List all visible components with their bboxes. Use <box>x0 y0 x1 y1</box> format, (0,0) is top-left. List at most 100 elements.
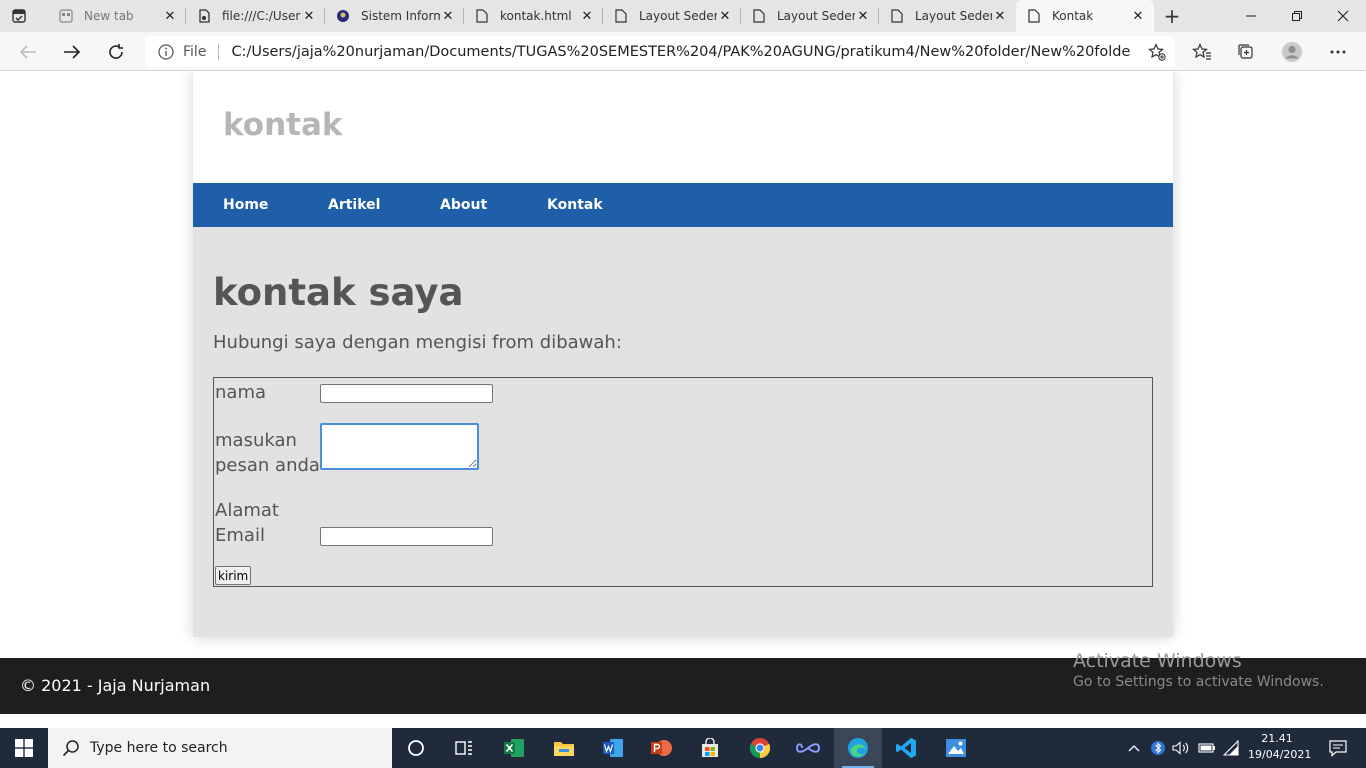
collections-icon[interactable] <box>1230 36 1262 68</box>
tab-title: Layout Sederhana <box>639 9 717 23</box>
close-window-icon[interactable] <box>1320 0 1366 32</box>
clock-time: 21.41 <box>1261 732 1293 745</box>
taskbar: Type here to search 21.41 19/04/2021 <box>0 728 1366 768</box>
site-nav: Home Artikel About Kontak <box>193 183 1173 227</box>
site-logo-icon <box>335 8 351 24</box>
infinity-app-icon[interactable] <box>784 728 832 768</box>
close-tab-icon[interactable]: ✕ <box>440 8 456 24</box>
tab-title: Kontak <box>1052 9 1094 23</box>
favorites-icon[interactable] <box>1186 36 1218 68</box>
browser-tab[interactable]: Layout Sederhana ✕ <box>603 0 741 32</box>
info-icon[interactable] <box>157 43 175 61</box>
browser-tab[interactable]: Layout Sederhana ✕ <box>741 0 879 32</box>
search-icon <box>62 739 80 757</box>
close-tab-icon[interactable]: ✕ <box>579 8 595 24</box>
notification-center-icon[interactable] <box>1318 728 1358 768</box>
clock-date: 19/04/2021 <box>1248 748 1312 761</box>
page-heading: kontak saya <box>213 271 464 314</box>
cortana-icon[interactable] <box>392 728 440 768</box>
refresh-icon[interactable] <box>100 36 132 68</box>
new-tab-button[interactable]: + <box>1160 4 1184 28</box>
show-hidden-icons-icon[interactable] <box>1124 728 1144 768</box>
url-text[interactable]: C:/Users/jaja%20nurjaman/Documents/TUGAS… <box>231 44 1131 60</box>
powerpoint-icon[interactable] <box>637 728 685 768</box>
profile-avatar-icon[interactable] <box>1276 36 1308 68</box>
tab-strip: New tab ✕ file:///C:/Users/ ✕ Sistem Inf… <box>0 0 1366 32</box>
message-textarea[interactable] <box>320 423 479 470</box>
close-tab-icon[interactable]: ✕ <box>717 8 733 24</box>
browser-tab[interactable]: New tab ✕ <box>48 0 186 32</box>
page-icon <box>889 8 905 24</box>
file-explorer-icon[interactable] <box>540 728 588 768</box>
volume-icon[interactable] <box>1170 728 1192 768</box>
browser-tab[interactable]: Sistem Informasi ✕ <box>325 0 464 32</box>
page-viewport: kontak Home Artikel About Kontak kontak … <box>0 71 1366 714</box>
site-header: kontak <box>193 71 1173 183</box>
minimize-icon[interactable] <box>1228 0 1274 32</box>
page-icon <box>751 8 767 24</box>
browser-tab[interactable]: kontak.html ✕ <box>464 0 603 32</box>
nav-link-artikel[interactable]: Artikel <box>328 183 380 227</box>
page-icon <box>613 8 629 24</box>
taskbar-search[interactable]: Type here to search <box>48 728 392 768</box>
more-menu-icon[interactable] <box>1322 36 1354 68</box>
battery-icon[interactable] <box>1196 728 1218 768</box>
tab-title: file:///C:/Users/ <box>222 9 301 23</box>
network-icon[interactable] <box>1220 728 1242 768</box>
restore-icon[interactable] <box>1274 0 1320 32</box>
edge-icon[interactable] <box>834 728 882 768</box>
task-view-icon[interactable] <box>440 728 488 768</box>
back-icon[interactable] <box>12 36 44 68</box>
nav-link-about[interactable]: About <box>440 183 487 227</box>
windows-start-icon[interactable] <box>0 728 48 768</box>
close-tab-icon[interactable]: ✕ <box>992 8 1008 24</box>
tab-title: Sistem Informasi <box>361 9 440 23</box>
tab-actions-icon[interactable] <box>8 6 30 26</box>
email-label-line1: Alamat <box>215 500 279 521</box>
close-tab-icon[interactable]: ✕ <box>162 8 178 24</box>
page-intro: Hubungi saya dengan mengisi from dibawah… <box>213 332 622 353</box>
browser-tab[interactable]: Layout Sederhana ✕ <box>879 0 1016 32</box>
message-label-line2: pesan anda <box>215 455 320 476</box>
watermark-subtitle: Go to Settings to activate Windows. <box>1073 674 1324 690</box>
submit-button[interactable]: kirim <box>215 566 252 585</box>
system-clock[interactable]: 21.41 19/04/2021 <box>1248 731 1312 763</box>
message-label-line1: masukan <box>215 430 297 451</box>
excel-icon[interactable] <box>490 728 538 768</box>
bluetooth-icon[interactable] <box>1148 728 1168 768</box>
search-placeholder: Type here to search <box>90 740 228 756</box>
tab-title: kontak.html <box>500 9 572 23</box>
new-tab-icon <box>58 8 74 24</box>
nav-link-kontak[interactable]: Kontak <box>547 183 603 227</box>
contact-form: nama masukan pesan anda Alamat Email kir… <box>213 377 1153 587</box>
footer-text: © 2021 - Jaja Nurjaman <box>20 676 211 695</box>
chrome-icon[interactable] <box>736 728 784 768</box>
browser-tab-active[interactable]: Kontak ✕ <box>1016 0 1154 32</box>
add-favorite-icon[interactable] <box>1147 42 1167 62</box>
tab-title: New tab <box>84 9 134 23</box>
url-divider <box>218 43 220 60</box>
email-label-line2: Email <box>215 525 265 546</box>
nav-link-home[interactable]: Home <box>223 183 268 227</box>
page-icon <box>474 8 490 24</box>
page-icon <box>1026 8 1042 24</box>
browser-tab[interactable]: file:///C:/Users/ ✕ <box>186 0 325 32</box>
tab-title: Layout Sederhana <box>915 9 992 23</box>
address-bar[interactable]: File C:/Users/jaja%20nurjaman/Documents/… <box>145 36 1175 67</box>
vscode-icon[interactable] <box>882 728 930 768</box>
word-icon[interactable] <box>589 728 637 768</box>
store-icon[interactable] <box>686 728 734 768</box>
forward-icon[interactable] <box>56 36 88 68</box>
tab-title: Layout Sederhana <box>777 9 855 23</box>
page-container: kontak Home Artikel About Kontak kontak … <box>193 71 1173 637</box>
site-title: kontak <box>223 107 343 143</box>
photos-icon[interactable] <box>932 728 980 768</box>
url-scheme: File <box>183 43 207 60</box>
name-input[interactable] <box>320 384 493 403</box>
close-tab-icon[interactable]: ✕ <box>1130 8 1146 24</box>
file-icon <box>196 8 212 24</box>
email-input[interactable] <box>320 527 493 546</box>
close-tab-icon[interactable]: ✕ <box>855 8 871 24</box>
name-label: nama <box>215 382 267 403</box>
close-tab-icon[interactable]: ✕ <box>301 8 317 24</box>
